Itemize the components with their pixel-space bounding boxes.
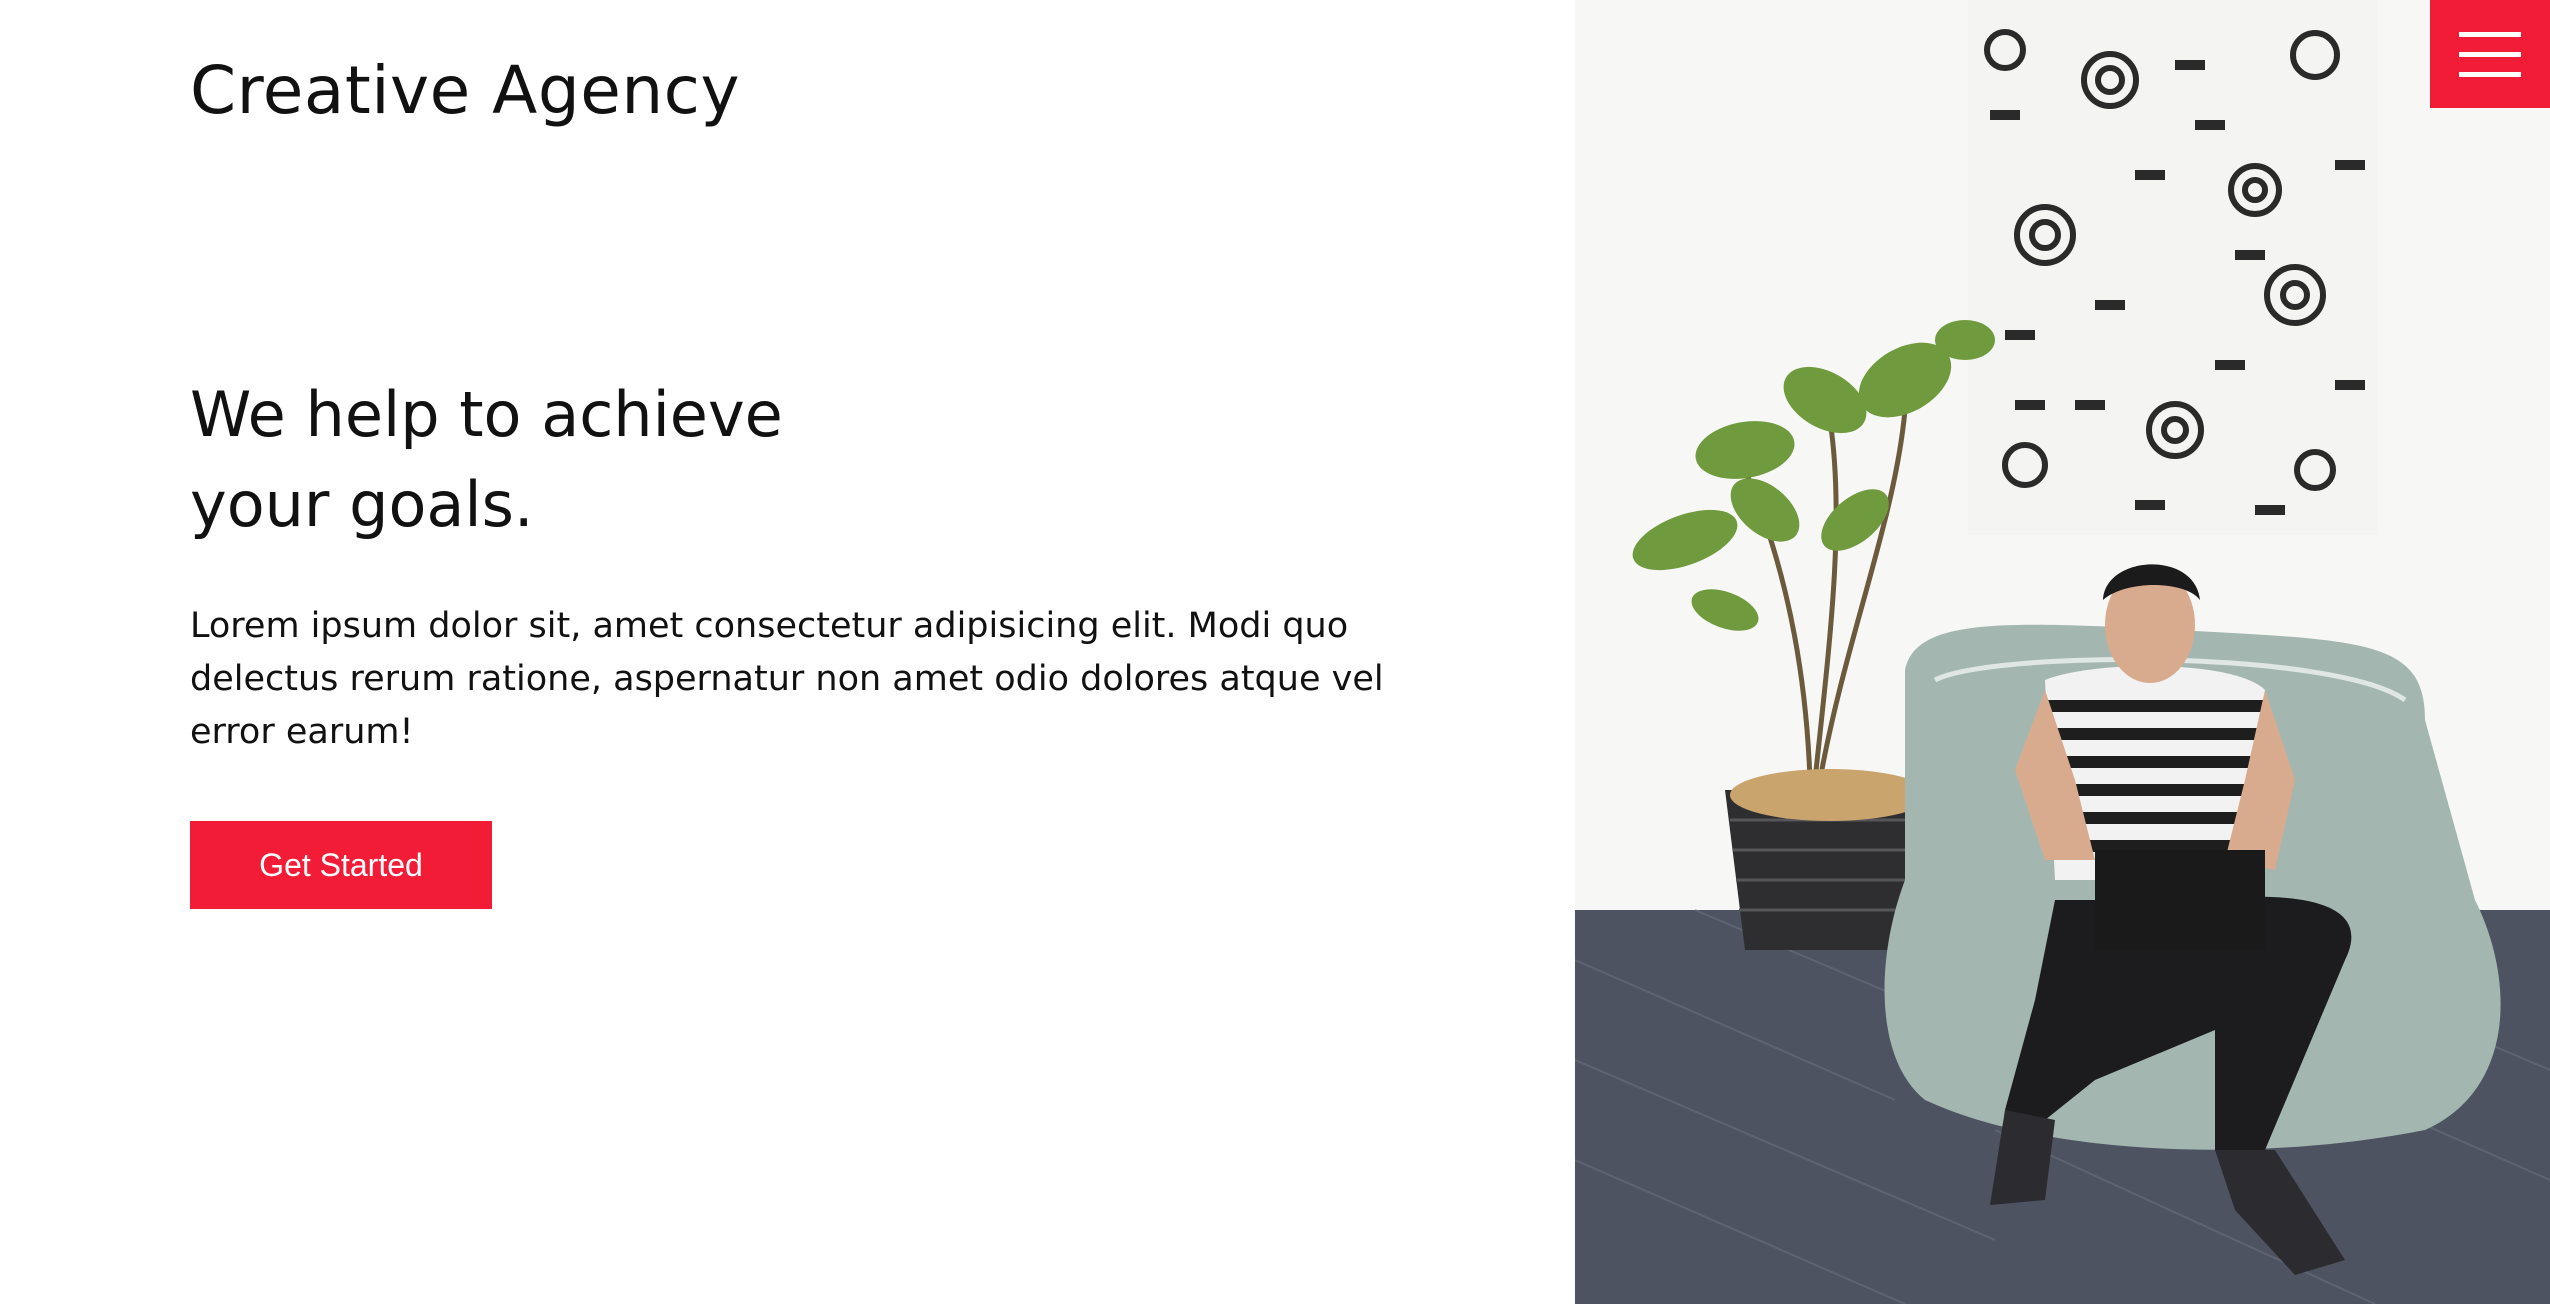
get-started-button[interactable]: Get Started — [190, 821, 492, 909]
hero-headline-line-1: We help to achieve — [190, 378, 783, 451]
brand-logo-text[interactable]: Creative Agency — [190, 52, 740, 129]
hero-image — [1575, 0, 2550, 1304]
menu-icon-bar — [2459, 51, 2521, 57]
hero-description: Lorem ipsum dolor sit, amet consectetur … — [190, 606, 1384, 752]
hero-illustration — [1575, 0, 2550, 1304]
hero-headline-line-2: your goals. — [190, 468, 534, 541]
menu-icon-bar — [2459, 71, 2521, 77]
menu-icon-bar — [2459, 31, 2521, 37]
hamburger-menu-button[interactable] — [2430, 0, 2550, 108]
hero-headline: We help to achieve your goals. — [190, 370, 1430, 550]
hero-section: We help to achieve your goals. Lorem ips… — [190, 370, 1430, 909]
